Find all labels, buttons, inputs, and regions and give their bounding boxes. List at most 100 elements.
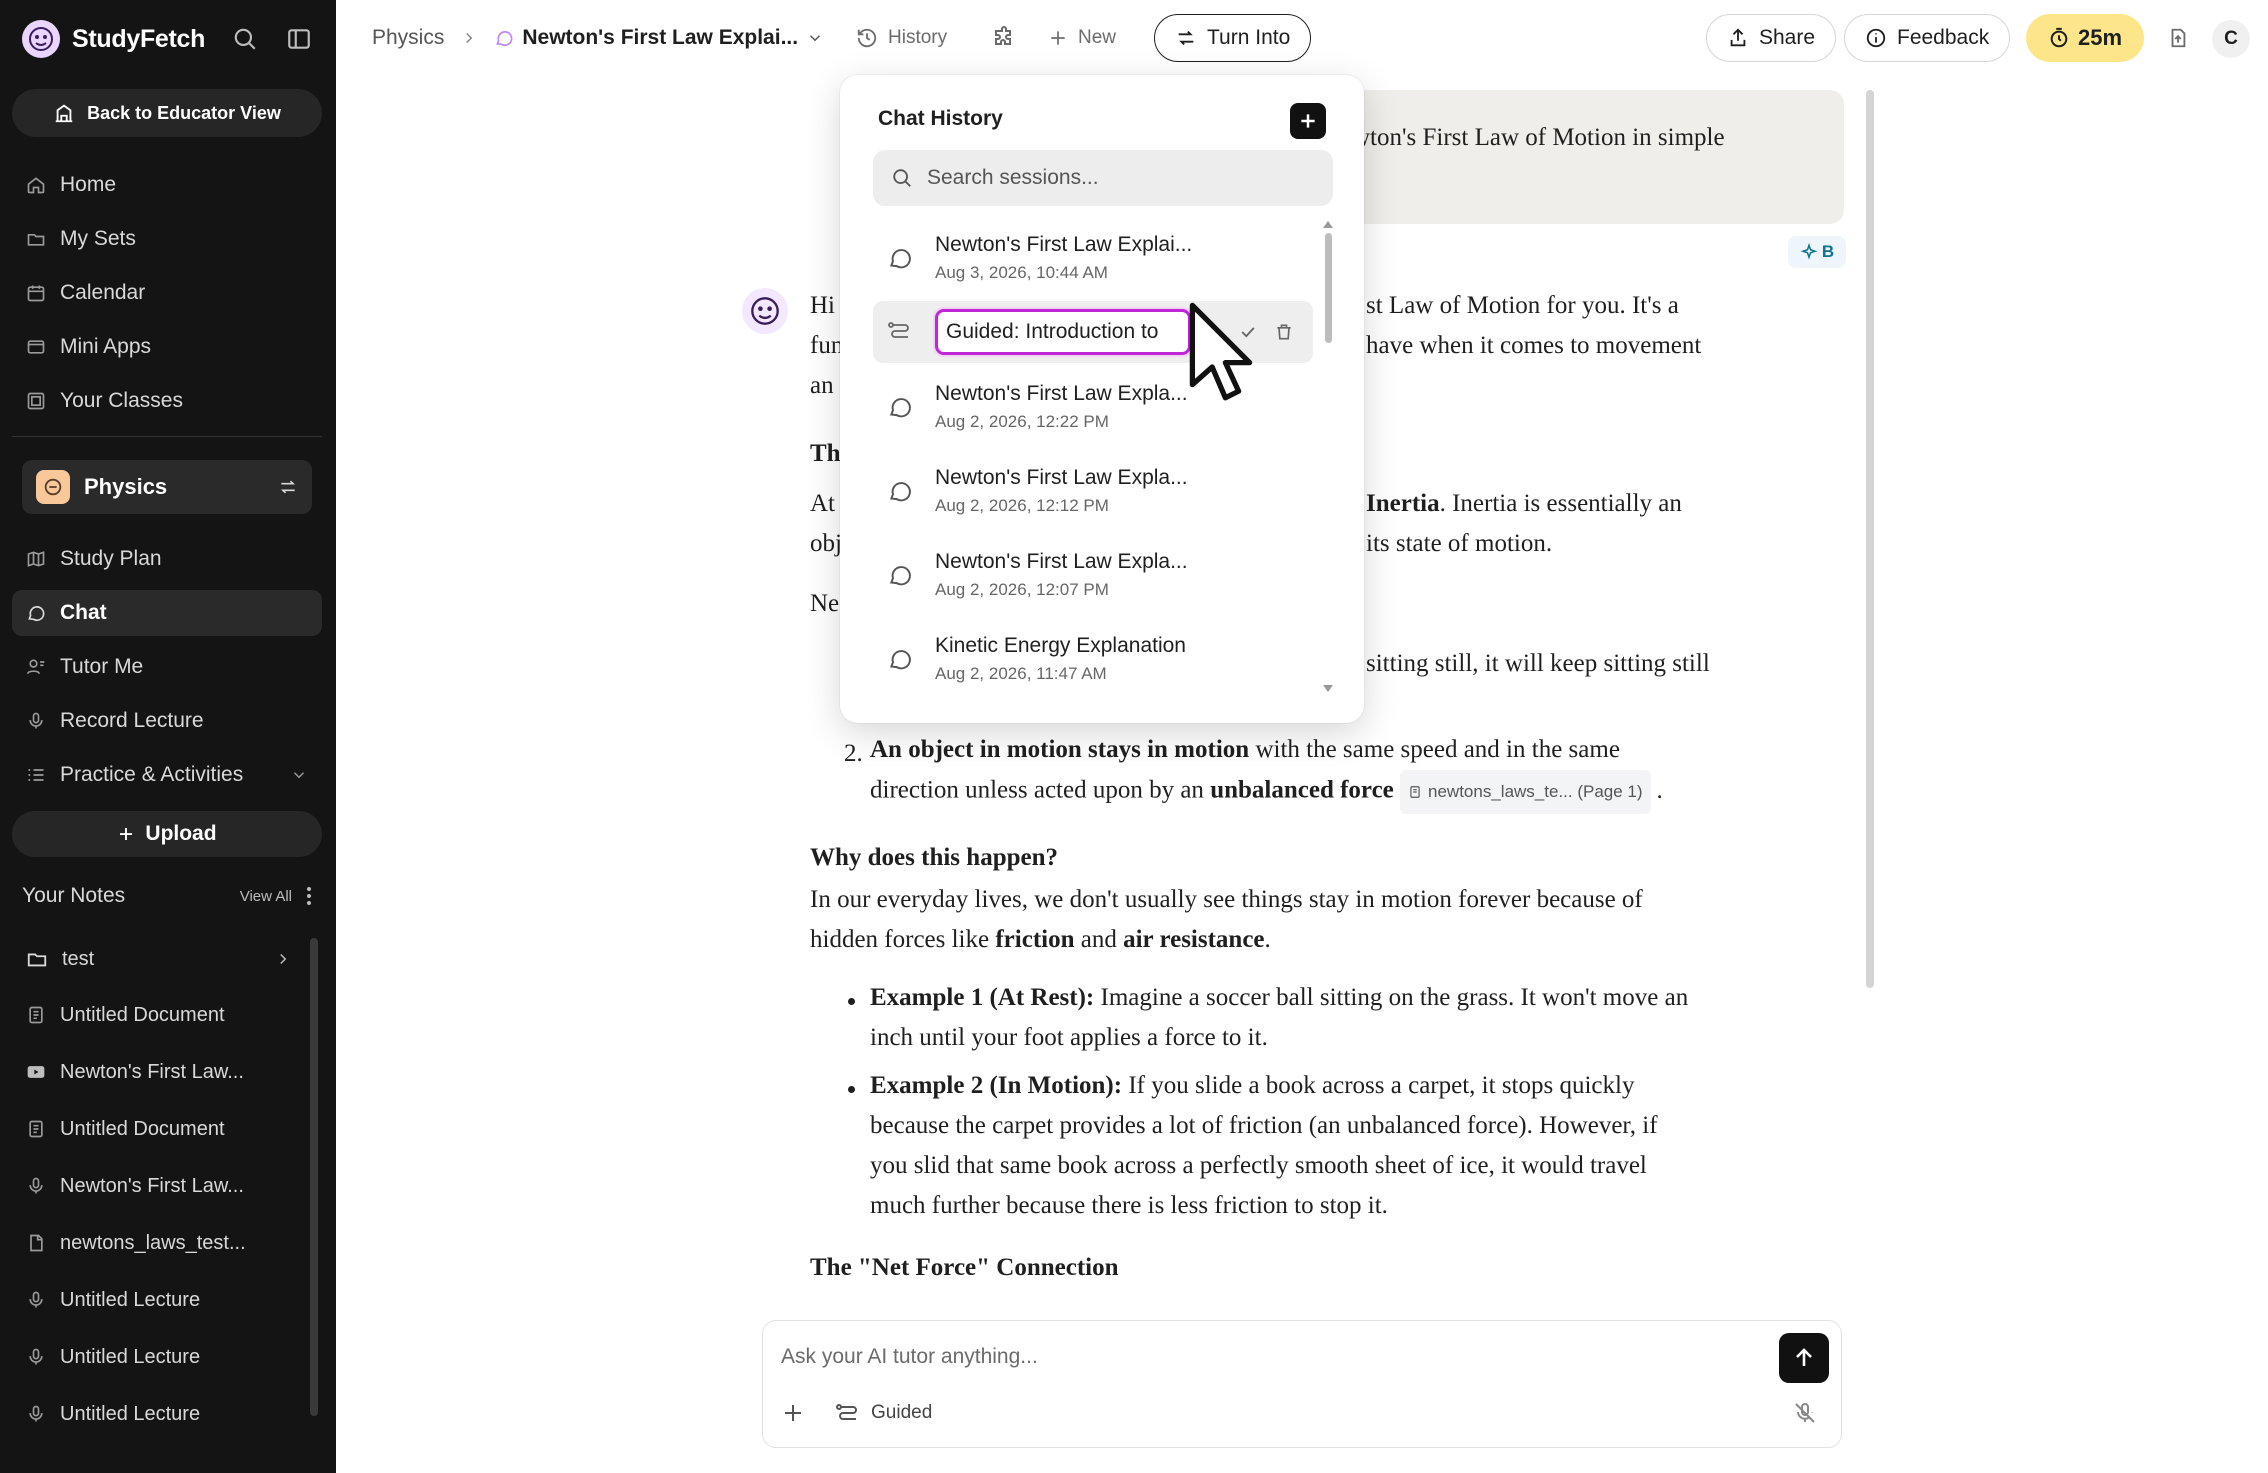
send-button[interactable] (1779, 1333, 1829, 1383)
share-button[interactable]: Share (1706, 14, 1837, 62)
ai-bold-term: air resistance (1123, 926, 1265, 953)
more-vertical-icon[interactable] (306, 886, 312, 906)
history-button[interactable]: History (856, 14, 947, 62)
chat-bubble-icon (496, 31, 513, 47)
popover-scroll-up[interactable] (1323, 221, 1333, 228)
note-item[interactable]: test (12, 937, 302, 981)
feedback-button[interactable]: Feedback (1844, 14, 2011, 62)
chat-history-title: Chat History (878, 107, 1003, 130)
breadcrumb-current[interactable]: Newton's First Law Explai... (522, 26, 798, 50)
note-item[interactable]: Untitled Lecture (12, 1278, 302, 1322)
session-date: Aug 2, 2026, 12:22 PM (935, 412, 1109, 431)
session-item[interactable]: Newton's First Law Explai... Aug 3, 2026… (873, 225, 1313, 291)
session-item[interactable]: Kinetic Energy Explanation Aug 2, 2026, … (873, 626, 1313, 692)
toggle-sidebar-button[interactable] (282, 22, 316, 56)
new-session-button[interactable] (1290, 103, 1326, 139)
note-item[interactable]: Newton's First Law... (12, 1050, 302, 1094)
note-label: Newton's First Law... (60, 1174, 244, 1197)
history-icon (857, 28, 877, 48)
search-button[interactable] (228, 22, 262, 56)
turn-into-button[interactable]: Turn Into (1154, 14, 1312, 62)
share-icon (1730, 28, 1746, 47)
ai-text-fragment: hidden forces like (810, 926, 996, 953)
popover-scrollbar-thumb[interactable] (1325, 233, 1332, 343)
session-item[interactable]: Newton's First Law Expla... Aug 2, 2026,… (873, 458, 1313, 524)
user-avatar[interactable]: C (2212, 20, 2250, 58)
sidebar-toggle-icon (288, 29, 310, 49)
sidebar-item-chat[interactable]: Chat (12, 590, 322, 636)
note-item[interactable]: Untitled Document (12, 1107, 302, 1151)
sidebar-scrollbar[interactable] (310, 938, 318, 1416)
sidebar-item-my-sets[interactable]: My Sets (12, 216, 322, 262)
ai-avatar (742, 288, 788, 334)
file-upload-icon (2171, 28, 2186, 48)
note-item[interactable]: Newton's First Law... (12, 1164, 302, 1208)
search-icon (893, 169, 911, 187)
sidebar-item-study-plan[interactable]: Study Plan (12, 536, 322, 582)
study-timer[interactable]: 25m (2026, 14, 2144, 62)
note-item[interactable]: newtons_laws_test... (12, 1221, 302, 1265)
ai-paragraph-line: hidden forces like friction and air resi… (810, 920, 1271, 960)
guided-label: Guided (871, 1402, 933, 1423)
view-all-notes-link[interactable]: View All (240, 888, 292, 905)
popover-scroll-down[interactable] (1323, 685, 1333, 692)
back-to-educator-button[interactable]: Back to Educator View (12, 89, 322, 137)
ai-heading-fragment: Th (810, 440, 841, 467)
session-item[interactable]: Newton's First Law Expla... Aug 2, 2026,… (873, 542, 1313, 608)
sidebar-item-home[interactable]: Home (12, 162, 322, 208)
extension-button[interactable] (982, 14, 1026, 62)
sidebar-item-label: Record Lecture (60, 709, 204, 732)
rename-session-input[interactable] (935, 309, 1191, 355)
ai-text-fragment: At (810, 490, 835, 517)
note-item[interactable]: Untitled Document (12, 993, 302, 1037)
session-search-input[interactable] (927, 166, 1307, 190)
guided-mode-button[interactable]: Guided (835, 1401, 932, 1425)
history-label: History (888, 27, 948, 48)
new-chat-button[interactable]: New (1048, 14, 1116, 62)
sidebar-item-tutor-me[interactable]: Tutor Me (12, 644, 322, 690)
ai-text-fragment: . (1264, 926, 1271, 953)
note-item[interactable]: Untitled Lecture (12, 1335, 302, 1379)
tutor-icon (26, 659, 45, 675)
sidebar-item-record-lecture[interactable]: Record Lecture (12, 698, 322, 744)
ai-text-fragment: and (1074, 926, 1124, 953)
citation-chip[interactable]: newtons_laws_te... (Page 1) (1400, 770, 1651, 814)
microphone-icon (29, 712, 43, 729)
model-badge[interactable]: B (1788, 236, 1846, 268)
class-icon (36, 470, 70, 504)
logo[interactable]: StudyFetch (22, 20, 205, 58)
microphone-icon (29, 1177, 43, 1194)
sidebar-item-practice-activities[interactable]: Practice & Activities (12, 752, 322, 798)
list-number: 2. (844, 740, 863, 767)
chevron-down-icon (293, 772, 305, 779)
chat-scrollbar[interactable] (1866, 90, 1874, 988)
switch-arrows-icon[interactable] (278, 477, 298, 497)
ai-text-fragment: Ne (810, 590, 840, 617)
class-switcher[interactable]: Physics (22, 460, 312, 514)
ai-text-fragment: with the same speed and in the same (1249, 736, 1620, 763)
list-item-text: because the carpet provides a lot of fri… (870, 1112, 1658, 1139)
sidebar-item-label: Calendar (60, 281, 146, 304)
sidebar-item-your-classes[interactable]: Your Classes (12, 378, 322, 424)
info-icon (1866, 28, 1886, 48)
ai-text-fragment: . Inertia is essentially an (1439, 490, 1682, 517)
user-message-text: wton's First Law of Motion in simple (1352, 124, 1725, 151)
breadcrumb-root[interactable]: Physics (372, 26, 444, 50)
list-item-text: direction unless acted upon by an unbala… (870, 770, 1663, 814)
note-item[interactable]: Untitled Lecture (12, 1392, 302, 1436)
upload-button[interactable]: Upload (12, 811, 322, 857)
ai-text-fragment: have when it comes to movement (1366, 332, 1702, 359)
ai-text-fragment: Inertia. Inertia is essentially an (1366, 484, 1682, 524)
sidebar-item-calendar[interactable]: Calendar (12, 270, 322, 316)
sidebar-item-label: Mini Apps (60, 335, 152, 358)
sidebar-item-mini-apps[interactable]: Mini Apps (12, 324, 322, 370)
voice-input-button[interactable] (1793, 1401, 1817, 1425)
session-title: Newton's First Law Expla... (935, 466, 1188, 489)
chat-input[interactable]: Ask your AI tutor anything... (781, 1345, 1038, 1369)
chevron-down-icon[interactable] (806, 29, 824, 47)
attach-button[interactable] (781, 1401, 805, 1425)
delete-session-button[interactable] (1271, 319, 1297, 345)
export-button[interactable] (2158, 14, 2198, 62)
bullet-marker (848, 998, 855, 1005)
sidebar-item-label: Practice & Activities (60, 763, 244, 786)
